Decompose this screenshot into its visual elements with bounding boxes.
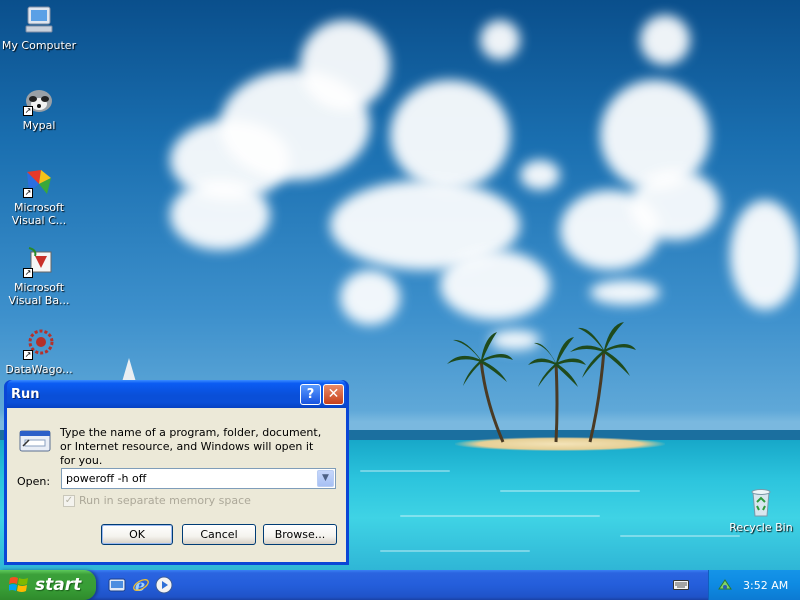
keyboard-icon[interactable] (673, 579, 689, 591)
start-button[interactable]: start (0, 570, 96, 600)
ok-button[interactable]: OK (101, 524, 173, 545)
system-tray: 3:52 AM (708, 570, 800, 600)
desktop-icon-label: My Computer (1, 39, 77, 52)
desktop-icon-label: Recycle Bin (729, 521, 793, 534)
datawagon-icon: ↗ (23, 328, 55, 360)
media-player-icon[interactable] (155, 576, 173, 594)
desktop-icon-visual-basic[interactable]: ↗ Microsoft Visual Ba... (0, 246, 78, 307)
separate-memory-label: Run in separate memory space (79, 494, 251, 507)
dialog-title: Run (11, 386, 40, 402)
run-dialog-titlebar[interactable]: Run ? ✕ (7, 380, 346, 408)
separate-memory-checkbox: ✓ (63, 494, 75, 507)
desktop-icon-my-computer[interactable]: My Computer (0, 4, 78, 52)
separate-memory-option: ✓ Run in separate memory space (63, 494, 251, 507)
run-program-icon (19, 430, 51, 452)
windows-logo-icon (9, 577, 28, 592)
desktop-icon-label: Microsoft Visual C... (11, 201, 67, 227)
raccoon-icon: ↗ (23, 84, 55, 116)
desktop-icon-recycle-bin[interactable]: Recycle Bin (722, 486, 800, 534)
internet-explorer-icon[interactable]: e (132, 576, 150, 594)
open-label: Open: (17, 475, 51, 488)
help-button[interactable]: ? (300, 383, 321, 405)
desktop-icon-datawago[interactable]: ↗ DataWago... (0, 328, 78, 376)
open-input-value[interactable]: poweroff -h off (66, 472, 146, 485)
desktop-icon-label: Mypal (22, 119, 56, 132)
run-description: Type the name of a program, folder, docu… (60, 426, 322, 467)
run-dialog: Run ? ✕ Type the name of a program, fold… (4, 380, 349, 565)
desktop-icon-mypal[interactable]: ↗ Mypal (0, 84, 78, 132)
clock[interactable]: 3:52 AM (743, 579, 788, 592)
recycle-bin-icon (751, 489, 771, 517)
dropdown-arrow-icon[interactable]: ▼ (317, 470, 334, 487)
browse-button[interactable]: Browse... (263, 524, 337, 545)
computer-icon (25, 6, 53, 33)
taskbar: start e 3:52 AM (0, 570, 800, 600)
desktop-icon-label: DataWago... (5, 363, 73, 376)
network-icon[interactable] (717, 577, 733, 593)
start-label: start (35, 575, 82, 595)
open-combobox[interactable]: poweroff -h off ▼ (61, 468, 336, 489)
cancel-button[interactable]: Cancel (182, 524, 256, 545)
svg-text:e: e (135, 576, 145, 594)
visual-basic-icon: ↗ (23, 246, 55, 278)
show-desktop-icon[interactable] (108, 576, 126, 594)
desktop-icon-label: Microsoft Visual Ba... (8, 281, 70, 307)
visual-c-icon: ↗ (23, 166, 55, 198)
close-button[interactable]: ✕ (323, 383, 344, 405)
run-dialog-body: Type the name of a program, folder, docu… (7, 408, 346, 562)
desktop-icon-visual-c[interactable]: ↗ Microsoft Visual C... (0, 166, 78, 227)
